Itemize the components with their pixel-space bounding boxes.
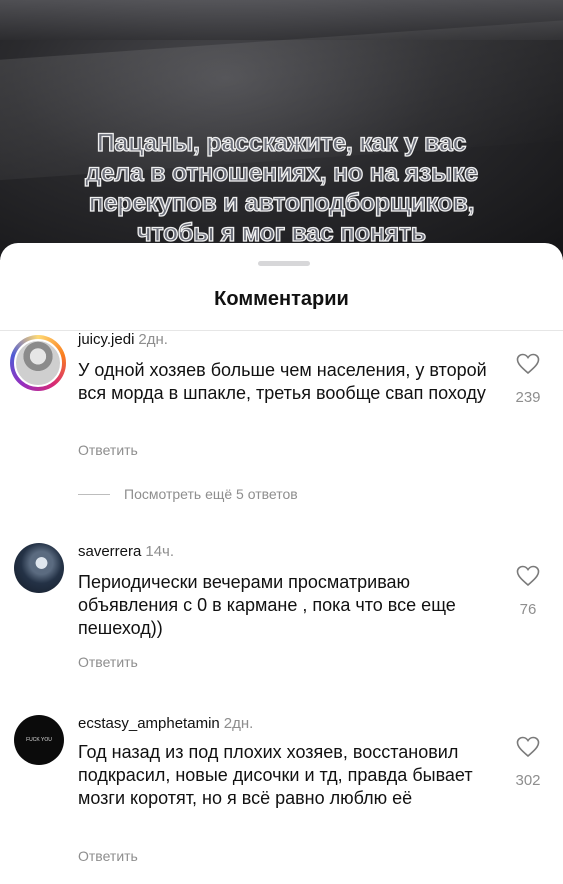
avatar-image	[14, 339, 62, 387]
comment-text: Год назад из под плохих хозяев, восстано…	[78, 742, 473, 808]
username-text[interactable]: saverrera	[78, 543, 141, 560]
comment-time: 14ч.	[145, 543, 175, 560]
view-more-replies-label[interactable]: Посмотреть ещё 5 ответов	[124, 486, 298, 502]
username-text[interactable]: juicy.jedi	[78, 331, 134, 348]
heart-icon[interactable]	[516, 353, 540, 375]
comment-time: 2дн.	[138, 331, 168, 348]
comment-author[interactable]: saverrera 14ч.	[78, 543, 174, 560]
reply-button[interactable]: Ответить	[78, 848, 138, 864]
comment-text: Периодически вечерами просматриваю объяв…	[78, 572, 456, 638]
replies-line	[78, 493, 110, 495]
avatar[interactable]	[14, 543, 64, 593]
sheet-grabber[interactable]	[258, 261, 310, 266]
reply-button[interactable]: Ответить	[78, 442, 138, 458]
comment-author[interactable]: ecstasy_amphetamin 2дн.	[78, 715, 253, 732]
comment-author[interactable]: juicy.jedi 2дн.	[78, 331, 168, 348]
avatar-text: FUCK YOU	[26, 737, 52, 743]
like-count: 302	[515, 772, 541, 789]
caption-line: перекупов и автоподборщиков,	[88, 188, 475, 217]
comment-text: У одной хозяев больше чем населения, у в…	[78, 360, 487, 403]
username-text[interactable]: ecstasy_amphetamin	[78, 715, 220, 732]
reply-button[interactable]: Ответить	[78, 654, 138, 670]
avatar[interactable]	[10, 335, 66, 391]
video-caption: Пацаны, расскажите, как у вас дела в отн…	[40, 128, 523, 248]
like-count: 239	[515, 389, 541, 406]
comment-time: 2дн.	[223, 715, 254, 732]
sheet-title: Комментарии	[214, 288, 349, 310]
caption-line: Пацаны, расскажите, как у вас	[96, 128, 467, 157]
like-count: 76	[519, 601, 537, 618]
heart-icon[interactable]	[516, 565, 540, 587]
caption-line: дела в отношениях, но на языке	[84, 158, 478, 187]
view-more-replies[interactable]: Посмотреть ещё 5 ответов	[78, 486, 298, 502]
comments-sheet: Комментарии juicy.jedi 2дн. У одной хозяе…	[0, 243, 563, 884]
heart-icon[interactable]	[516, 736, 540, 758]
video-background: Пацаны, расскажите, как у вас дела в отн…	[0, 0, 563, 260]
avatar[interactable]: FUCK YOU	[14, 715, 64, 765]
